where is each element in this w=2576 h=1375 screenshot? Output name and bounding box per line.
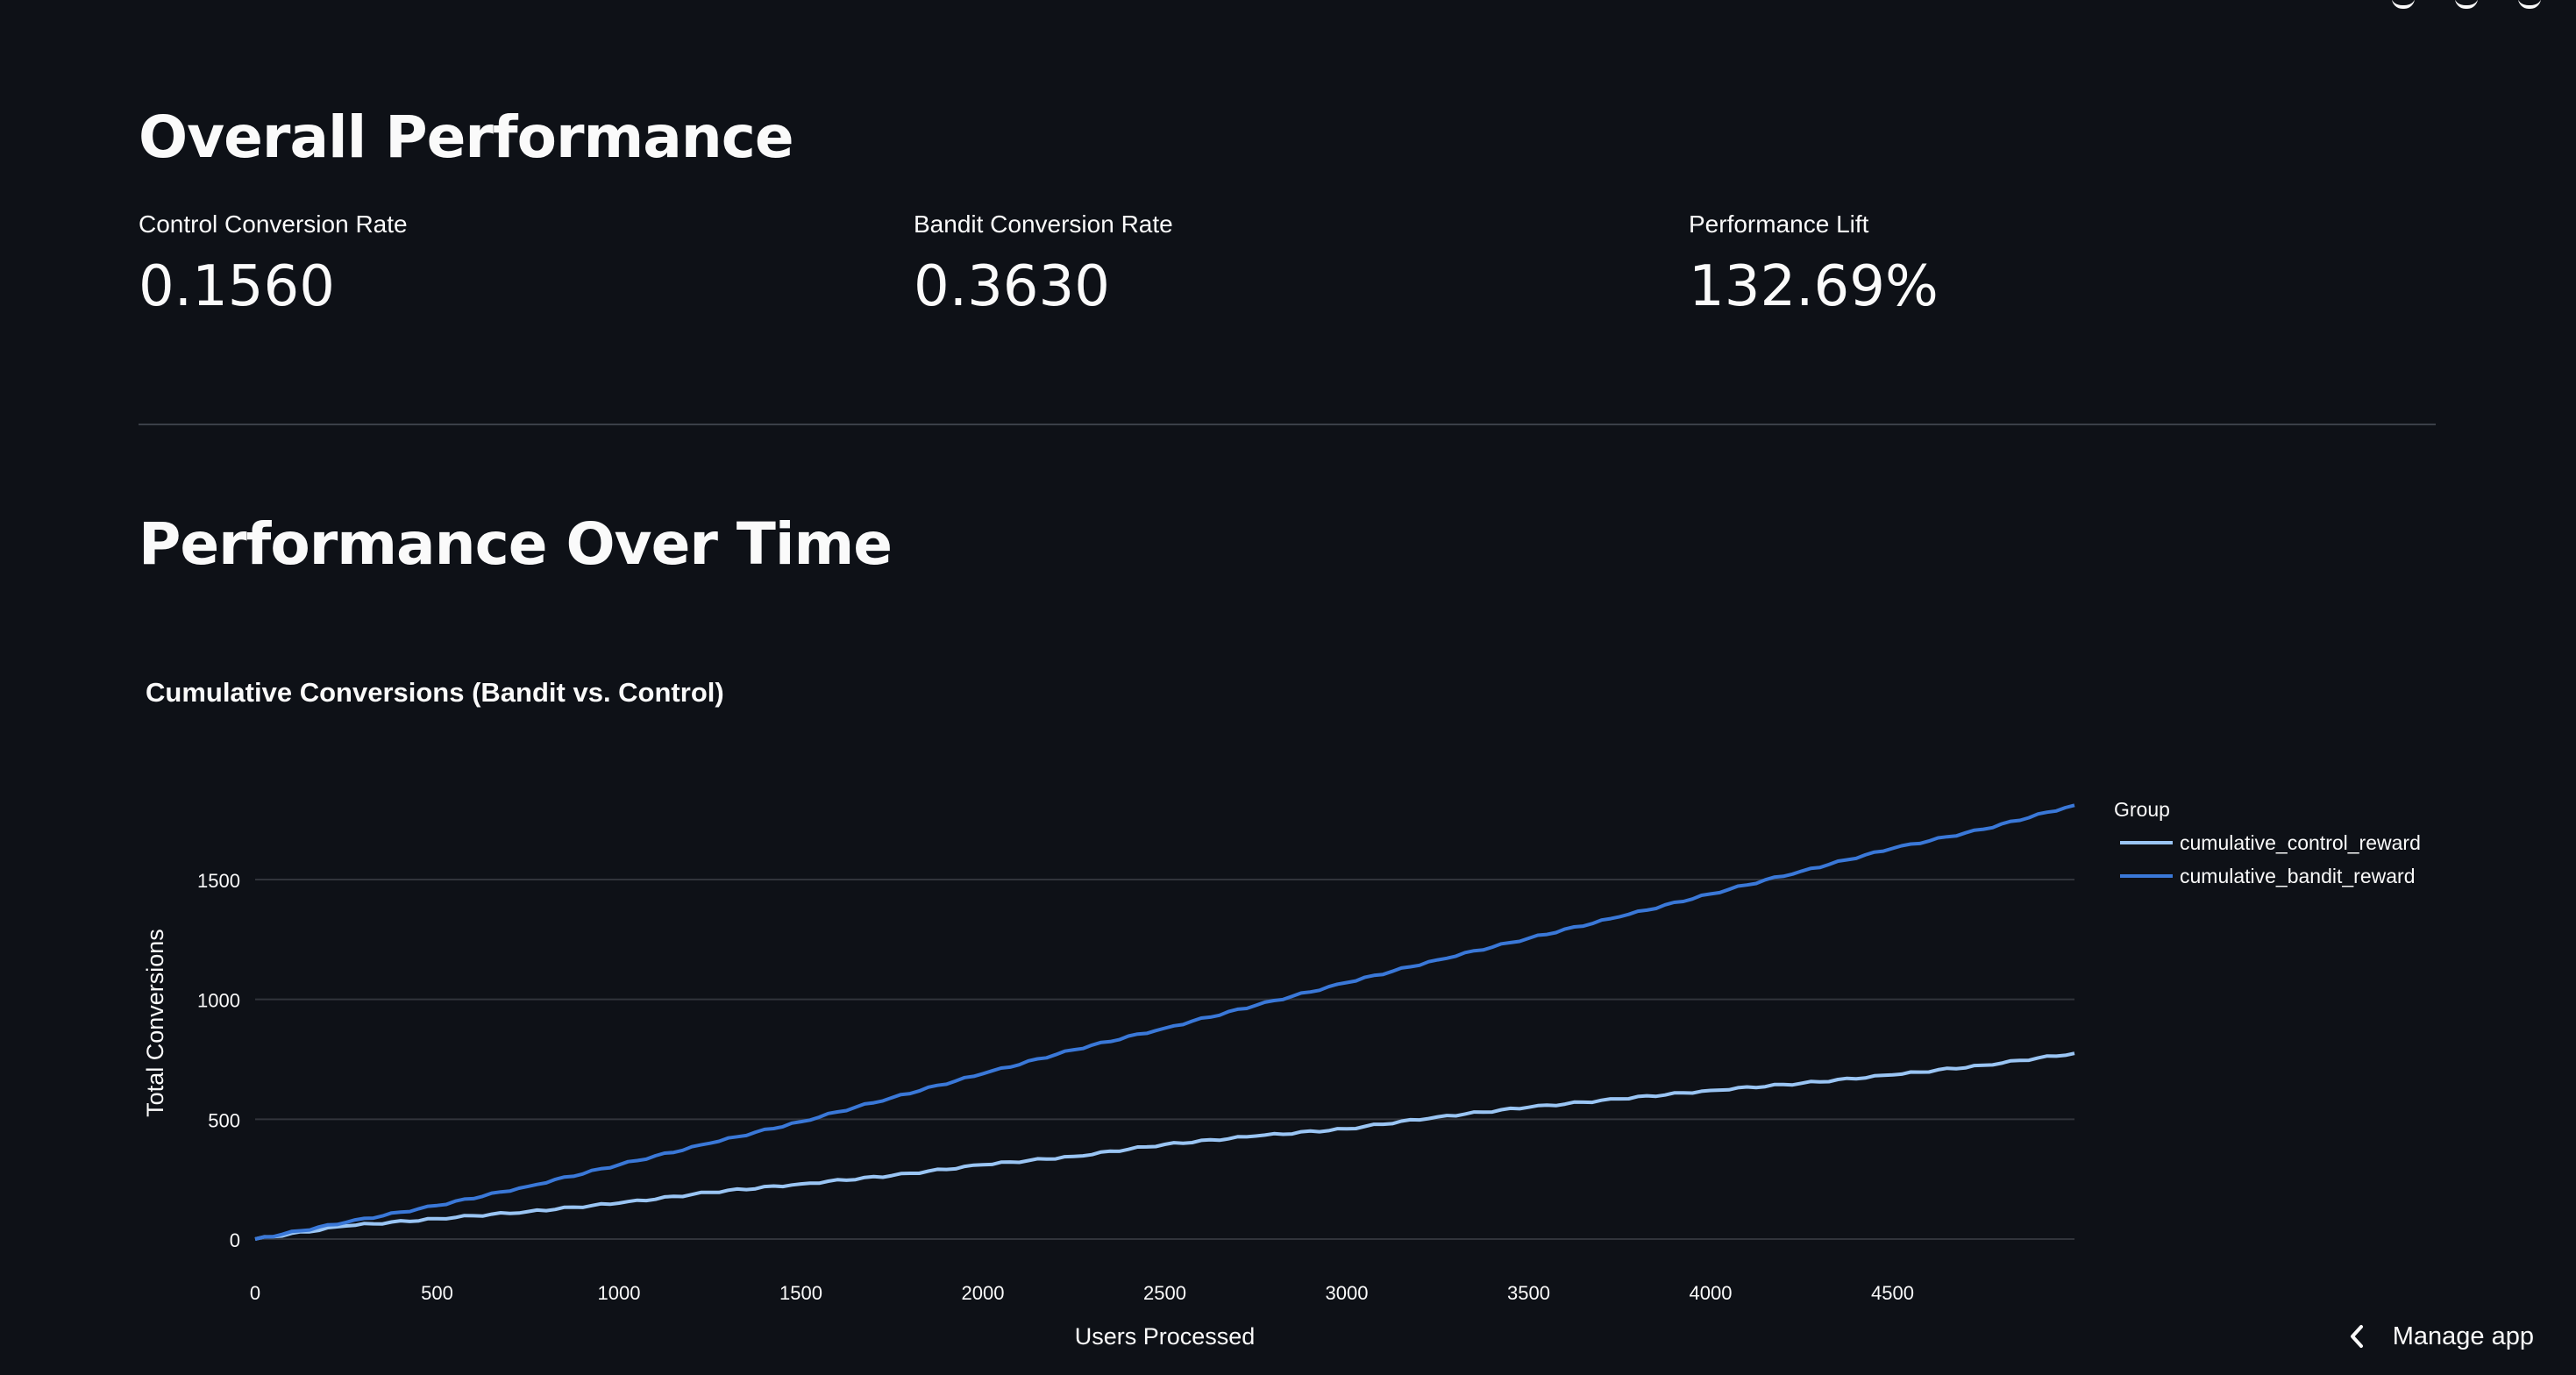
x-tick-label: 500 bbox=[421, 1282, 453, 1304]
manage-app-label: Manage app bbox=[2392, 1322, 2534, 1350]
series-line-cumulative-bandit-reward bbox=[254, 803, 2075, 1241]
x-tick-label: 0 bbox=[250, 1282, 260, 1304]
y-tick-label: 0 bbox=[230, 1229, 240, 1251]
x-axis-label: Users Processed bbox=[1075, 1323, 1256, 1350]
x-tick-label: 3500 bbox=[1507, 1282, 1550, 1304]
legend-item-label: cumulative_control_reward bbox=[2180, 831, 2421, 854]
y-tick-label: 500 bbox=[208, 1109, 240, 1131]
x-tick-label: 3000 bbox=[1326, 1282, 1369, 1304]
x-tick-label: 4000 bbox=[1690, 1282, 1733, 1304]
app-page: Overall Performance Control Conversion R… bbox=[0, 0, 2576, 1375]
x-tick-label: 1000 bbox=[598, 1282, 641, 1304]
chart-title: Cumulative Conversions (Bandit vs. Contr… bbox=[146, 677, 724, 708]
legend-title: Group bbox=[2114, 798, 2170, 821]
x-tick-label: 1500 bbox=[779, 1282, 822, 1304]
x-tick-label: 2500 bbox=[1143, 1282, 1186, 1304]
x-tick-label: 4500 bbox=[1871, 1282, 1914, 1304]
x-tick-label: 2000 bbox=[962, 1282, 1005, 1304]
chevron-left-icon bbox=[2350, 1325, 2363, 1348]
y-tick-label: 1000 bbox=[197, 990, 240, 1012]
y-tick-label: 1500 bbox=[197, 870, 240, 892]
legend-item-label: cumulative_bandit_reward bbox=[2180, 865, 2416, 887]
cumulative-conversions-chart[interactable]: Cumulative Conversions (Bandit vs. Contr… bbox=[0, 0, 2576, 1375]
y-axis-label: Total Conversions bbox=[142, 929, 168, 1117]
manage-app-button[interactable]: Manage app bbox=[2347, 1303, 2534, 1370]
series-line-cumulative-control-reward bbox=[254, 1051, 2075, 1241]
